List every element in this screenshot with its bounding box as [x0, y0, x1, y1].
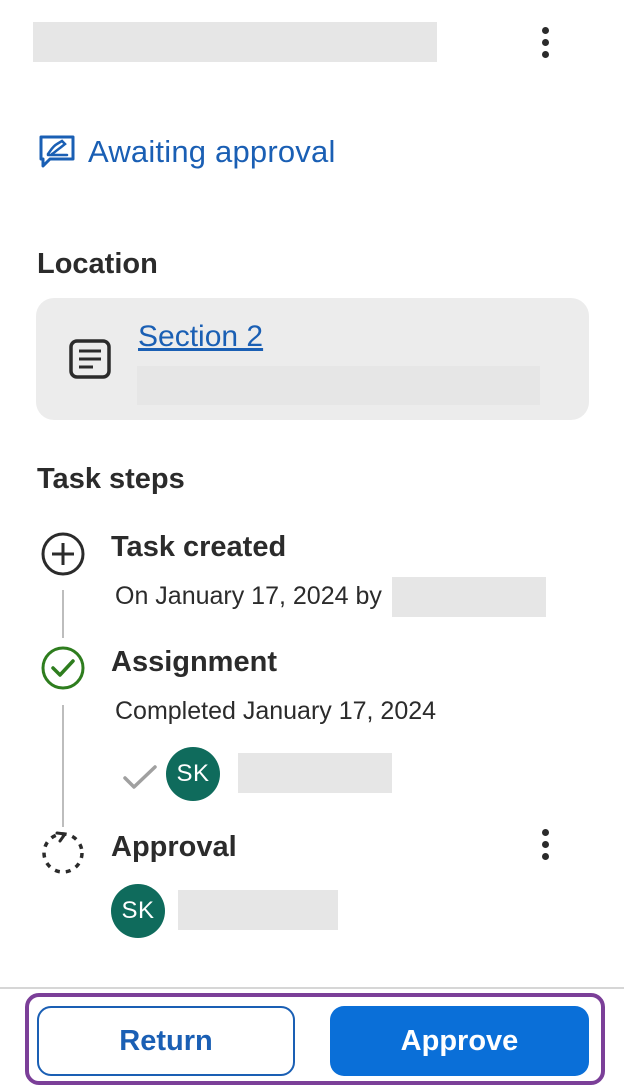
location-heading: Location [37, 248, 158, 280]
avatar: SK [111, 884, 165, 938]
footer-divider [0, 987, 624, 989]
plus-circle-icon [41, 532, 85, 576]
task-steps-heading: Task steps [37, 463, 185, 495]
check-circle-icon [41, 646, 85, 690]
approval-more-options-icon[interactable] [535, 824, 555, 864]
approve-button[interactable]: Approve [330, 1006, 589, 1076]
assignee-name-redacted [238, 753, 392, 793]
step-title: Assignment [111, 646, 277, 678]
timeline-line [62, 590, 64, 638]
document-icon [69, 339, 111, 379]
step-title: Task created [111, 531, 287, 563]
step-title: Approval [111, 831, 237, 863]
header-more-options-icon[interactable] [535, 22, 555, 62]
approver-name-redacted [178, 890, 338, 930]
location-link[interactable]: Section 2 [138, 320, 263, 354]
step-meta: On January 17, 2024 by [115, 582, 382, 610]
step-meta: Completed January 17, 2024 [115, 697, 437, 725]
timeline-line [62, 705, 64, 827]
location-card: Section 2 [36, 298, 589, 420]
creator-name-redacted [392, 577, 546, 617]
checkmark-icon [123, 765, 157, 789]
avatar: SK [166, 747, 220, 801]
status-label: Awaiting approval [88, 134, 336, 169]
signature-icon [39, 135, 75, 168]
pending-circle-icon [42, 831, 84, 874]
location-path-redacted [137, 366, 540, 405]
header-title-redacted [33, 22, 437, 62]
status-awaiting-approval[interactable]: Awaiting approval [38, 134, 336, 170]
return-button[interactable]: Return [37, 1006, 295, 1076]
